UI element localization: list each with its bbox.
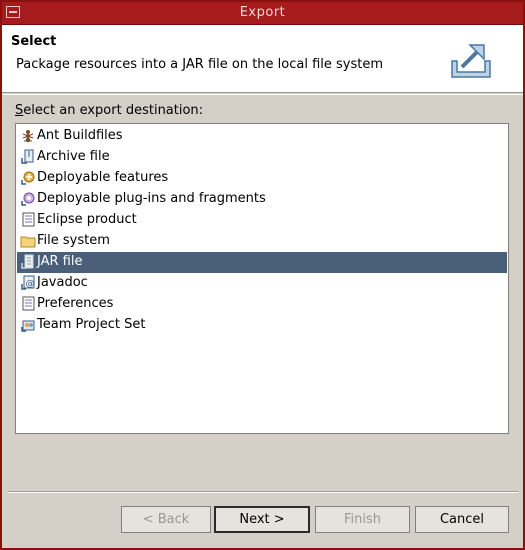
plugin-icon (21, 192, 35, 206)
finish-button[interactable]: Finish (315, 506, 410, 533)
list-item-label: Eclipse product (37, 212, 137, 227)
next-button[interactable]: Next > (214, 506, 310, 533)
list-item-jar-file[interactable]: JAR file (17, 252, 507, 273)
list-item-javadoc[interactable]: @ Javadoc (17, 273, 507, 294)
list-item-label: Ant Buildfiles (37, 128, 123, 143)
folder-icon (20, 236, 36, 248)
list-item-label: Team Project Set (37, 317, 146, 332)
back-button[interactable]: < Back (121, 506, 211, 533)
list-item-ant-buildfiles[interactable]: Ant Buildfiles (17, 126, 507, 147)
list-item-file-system[interactable]: File system (17, 231, 507, 252)
wizard-header: Select Package resources into a JAR file… (2, 25, 523, 93)
ant-icon (22, 130, 34, 143)
destination-label: Select an export destination: (15, 103, 203, 118)
page-description: Package resources into a JAR file on the… (16, 57, 384, 72)
list-item-deployable-features[interactable]: Deployable features (17, 168, 507, 189)
team-project-icon (21, 320, 35, 332)
header-separator (2, 94, 523, 95)
cancel-button[interactable]: Cancel (415, 506, 509, 533)
button-bar-separator-highlight (8, 492, 518, 493)
page-title: Select (11, 34, 57, 49)
jar-icon (21, 254, 34, 269)
list-item-deployable-plugins[interactable]: Deployable plug-ins and fragments (17, 189, 507, 210)
preferences-icon (22, 296, 35, 311)
javadoc-icon: @ (21, 275, 35, 290)
list-item-eclipse-product[interactable]: Eclipse product (17, 210, 507, 231)
svg-text:@: @ (26, 279, 35, 289)
destination-label-text: elect an export destination: (23, 103, 204, 118)
list-item-label: JAR file (37, 254, 83, 269)
deployable-features-icon (21, 171, 35, 185)
list-item-archive-file[interactable]: Archive file (17, 147, 507, 168)
eclipse-product-icon (22, 212, 35, 227)
destination-list[interactable]: Ant Buildfiles Archive file Deployable f… (15, 123, 509, 434)
list-item-team-project-set[interactable]: Team Project Set (17, 315, 507, 336)
list-item-label: Javadoc (37, 275, 88, 290)
title-bar[interactable]: Export (2, 2, 523, 25)
list-item-label: Preferences (37, 296, 114, 311)
export-dialog: Export Select Package resources into a J… (0, 0, 525, 550)
list-item-label: Deployable plug-ins and fragments (37, 191, 266, 206)
archive-file-icon (21, 149, 34, 164)
list-item-label: File system (37, 233, 110, 248)
list-item-label: Deployable features (37, 170, 169, 185)
window-title: Export (239, 5, 286, 20)
list-item-preferences[interactable]: Preferences (17, 294, 507, 315)
list-item-label: Archive file (37, 149, 110, 164)
export-icon (449, 38, 493, 82)
